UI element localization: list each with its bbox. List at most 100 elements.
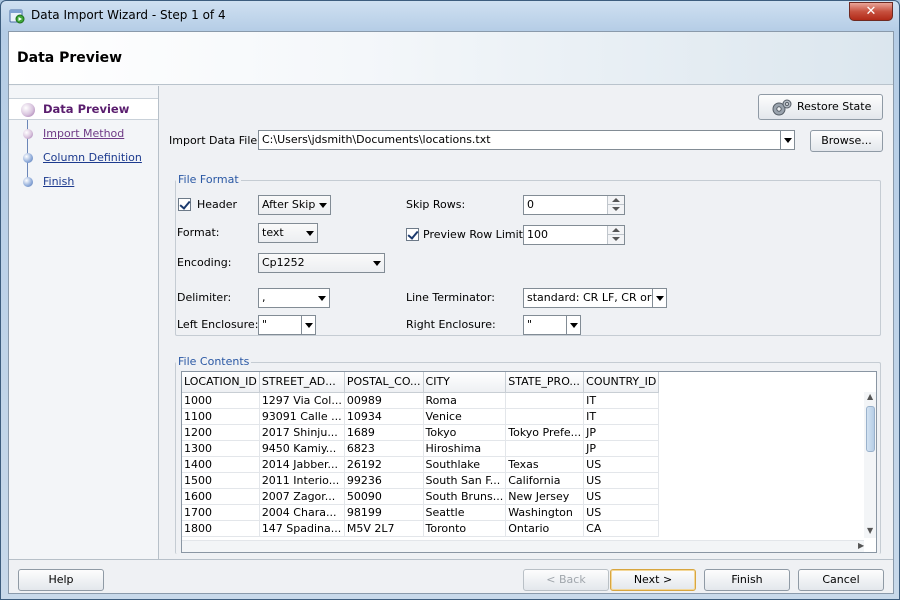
import-file-path: C:\Users\jdsmith\Documents\locations.txt: [262, 133, 491, 146]
step-import-method[interactable]: Import Method: [9, 123, 158, 145]
scroll-thumb[interactable]: [866, 406, 875, 452]
format-select[interactable]: text: [258, 223, 318, 243]
table-row[interactable]: 1300 9450 Kamiy... 6823 Hiroshima JP: [182, 440, 660, 457]
table-row[interactable]: 1800 147 Spadina... M5V 2L7 Toronto Ontario C…: [182, 520, 660, 537]
skip-rows-value: 0: [527, 198, 534, 211]
line-terminator-combo[interactable]: standard: CR LF, CR or LF: [523, 288, 667, 308]
visited-step-icon: [23, 129, 33, 139]
table-cell: 1300: [182, 440, 260, 457]
title-bar[interactable]: Data Import Wizard - Step 1 of 4 ✕: [1, 1, 899, 31]
table-cell: 1800: [182, 520, 260, 537]
scroll-up-icon[interactable]: ▲: [867, 392, 873, 401]
finish-button[interactable]: Finish: [704, 569, 790, 591]
table-row[interactable]: 1700 2004 Chara... 98199 Seattle Washington U…: [182, 504, 660, 521]
table-row[interactable]: 1200 2017 Shinju... 1689 Tokyo Tokyo Prefe..…: [182, 424, 660, 441]
step-finish[interactable]: Finish: [9, 171, 158, 193]
header-mode-select[interactable]: After Skip: [258, 195, 331, 215]
step-label: Column Definition: [43, 151, 142, 164]
column-header[interactable]: LOCATION_ID: [182, 372, 260, 393]
next-button[interactable]: Next >: [610, 569, 696, 591]
close-icon: ✕: [865, 4, 877, 19]
scroll-down-icon[interactable]: ▼: [867, 526, 873, 535]
back-label: < Back: [546, 573, 586, 586]
chevron-down-icon[interactable]: [566, 316, 580, 334]
table-cell: Tokyo Prefe...: [505, 424, 585, 441]
table-row[interactable]: 1100 93091 Calle ... 10934 Venice IT: [182, 408, 660, 425]
table-cell: US: [583, 504, 660, 521]
table-cell: 2017 Shinju...: [259, 424, 345, 441]
delimiter-combo[interactable]: ,: [258, 288, 330, 308]
table-cell: 1200: [182, 424, 260, 441]
chevron-down-icon: [303, 224, 317, 242]
spin-up-icon[interactable]: [608, 196, 624, 205]
spinner-buttons[interactable]: [607, 196, 624, 214]
chevron-down-icon[interactable]: [652, 289, 666, 307]
table-row[interactable]: 1500 2011 Interio... 99236 South San F... Ca…: [182, 472, 660, 489]
browse-button[interactable]: Browse...: [810, 130, 883, 152]
table-body: 1000 1297 Via Col... 00989 Roma IT 1100 93091 …: [182, 392, 660, 537]
import-file-label: Import Data File:: [169, 134, 261, 147]
import-file-combo[interactable]: C:\Users\jdsmith\Documents\locations.txt: [258, 130, 795, 150]
table-row[interactable]: 1000 1297 Via Col... 00989 Roma IT: [182, 392, 660, 409]
skip-rows-spinner[interactable]: 0: [523, 195, 625, 215]
right-enclosure-combo[interactable]: ": [523, 315, 581, 335]
table-cell: IT: [583, 392, 660, 409]
step-column-definition[interactable]: Column Definition: [9, 147, 158, 169]
column-header[interactable]: CITY: [423, 372, 507, 393]
chevron-down-icon[interactable]: [780, 131, 794, 149]
chevron-down-icon[interactable]: [301, 316, 315, 334]
spin-down-icon[interactable]: [608, 205, 624, 214]
cancel-button[interactable]: Cancel: [798, 569, 884, 591]
column-header[interactable]: STATE_PRO...: [505, 372, 585, 393]
encoding-label: Encoding:: [177, 256, 232, 269]
vertical-scrollbar[interactable]: ▲ ▼: [864, 392, 876, 538]
next-label: Next >: [633, 573, 673, 586]
spin-down-icon[interactable]: [608, 235, 624, 244]
table-row[interactable]: 1600 2007 Zagor... 50090 South Bruns... New …: [182, 488, 660, 505]
column-header[interactable]: COUNTRY_ID: [583, 372, 660, 393]
step-icon: [23, 177, 33, 187]
table-cell: 1700: [182, 504, 260, 521]
right-enclosure-label: Right Enclosure:: [406, 318, 496, 331]
table-cell: 6823: [344, 440, 424, 457]
column-header[interactable]: STREET_AD...: [259, 372, 345, 393]
column-header[interactable]: POSTAL_CO...: [344, 372, 424, 393]
preview-limit-spinner[interactable]: 100: [523, 225, 625, 245]
close-button[interactable]: ✕: [849, 2, 893, 21]
scroll-right-icon[interactable]: ▶: [858, 541, 864, 550]
table-row[interactable]: 1400 2014 Jabber... 26192 Southlake Texas US: [182, 456, 660, 473]
left-enclosure-combo[interactable]: ": [258, 315, 316, 335]
browse-label: Browse...: [821, 134, 872, 147]
table-cell: Toronto: [423, 520, 507, 537]
table-cell: Southlake: [423, 456, 507, 473]
help-button[interactable]: Help: [18, 569, 104, 591]
table-cell: JP: [583, 440, 660, 457]
table-cell: 9450 Kamiy...: [259, 440, 345, 457]
table-header-row: LOCATION_ID STREET_AD... POSTAL_CO... CI…: [182, 372, 660, 393]
restore-state-button[interactable]: Restore State: [758, 94, 883, 120]
back-button[interactable]: < Back: [523, 569, 609, 591]
step-data-preview[interactable]: Data Preview: [9, 98, 158, 120]
preview-limit-label: Preview Row Limit:: [423, 228, 527, 241]
right-enclosure-value: ": [527, 318, 533, 331]
chevron-down-icon[interactable]: [315, 289, 329, 307]
table-cell: 50090: [344, 488, 424, 505]
preview-limit-checkbox[interactable]: [406, 228, 419, 241]
line-terminator-value: standard: CR LF, CR or LF: [527, 291, 667, 304]
table-cell: 98199: [344, 504, 424, 521]
table-cell: 1600: [182, 488, 260, 505]
header-checkbox[interactable]: [178, 198, 191, 211]
file-contents-table[interactable]: LOCATION_ID STREET_AD... POSTAL_CO... CI…: [181, 371, 877, 553]
table-cell: California: [505, 472, 585, 489]
spinner-buttons[interactable]: [607, 226, 624, 244]
encoding-select[interactable]: Cp1252: [258, 253, 385, 273]
horizontal-scrollbar[interactable]: ▶: [182, 540, 864, 552]
table-cell: Texas: [505, 456, 585, 473]
help-label: Help: [48, 573, 74, 586]
table-cell: Venice: [423, 408, 507, 425]
spin-up-icon[interactable]: [608, 226, 624, 235]
table-cell: M5V 2L7: [344, 520, 424, 537]
left-enclosure-label: Left Enclosure:: [177, 318, 259, 331]
table-cell: [505, 392, 585, 409]
table-cell: 99236: [344, 472, 424, 489]
